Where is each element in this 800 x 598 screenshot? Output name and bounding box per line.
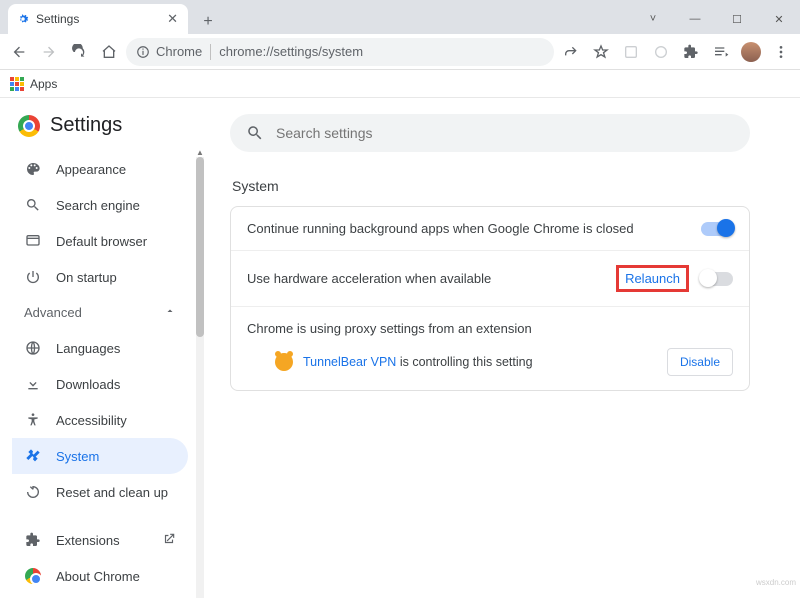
close-icon[interactable]: ✕: [165, 9, 180, 29]
divider: [210, 44, 211, 60]
sidebar-item-accessibility[interactable]: Accessibility: [12, 402, 188, 438]
chevron-up-icon: [164, 305, 176, 320]
toggle-background-apps[interactable]: [701, 222, 733, 236]
sidebar-item-extensions[interactable]: Extensions: [12, 522, 188, 558]
window-minimize[interactable]: —: [674, 4, 716, 34]
relaunch-button[interactable]: Relaunch: [625, 271, 680, 286]
palette-icon: [24, 161, 42, 177]
page-title: Settings: [50, 114, 122, 137]
window-maximize[interactable]: ☐: [716, 4, 758, 34]
sidebar-item-reset[interactable]: Reset and clean up: [12, 474, 188, 510]
extensions-icon[interactable]: [678, 39, 704, 65]
settings-main: System Continue running background apps …: [200, 98, 800, 589]
forward-button[interactable]: [36, 39, 62, 65]
sidebar-section-advanced[interactable]: Advanced: [12, 295, 188, 330]
window-titlebar: Settings ✕ + ˅ — ☐ ✕: [0, 0, 800, 34]
sidebar-item-downloads[interactable]: Downloads: [12, 366, 188, 402]
power-icon: [24, 269, 42, 285]
window-dropdown[interactable]: ˅: [632, 4, 674, 34]
toggle-hardware-acceleration[interactable]: [701, 272, 733, 286]
system-card: Continue running background apps when Go…: [230, 206, 750, 391]
row-label: Chrome is using proxy settings from an e…: [247, 321, 733, 336]
sidebar-item-label: Reset and clean up: [56, 485, 168, 500]
toolbar-icon-1[interactable]: [618, 39, 644, 65]
row-label: Continue running background apps when Go…: [247, 221, 701, 236]
proxy-extension-text: TunnelBear VPN is controlling this setti…: [303, 355, 533, 369]
restore-icon: [24, 484, 42, 500]
sidebar-item-label: Default browser: [56, 234, 147, 249]
settings-sidebar: Settings Appearance Search engine Defaul…: [0, 98, 200, 589]
sidebar-item-label: Appearance: [56, 162, 126, 177]
browser-tab[interactable]: Settings ✕: [8, 4, 188, 34]
relaunch-highlight: Relaunch: [616, 265, 689, 292]
sidebar-item-label: Extensions: [56, 533, 120, 548]
site-label: Chrome: [156, 44, 202, 59]
menu-icon[interactable]: [768, 39, 794, 65]
row-background-apps: Continue running background apps when Go…: [231, 207, 749, 250]
tab-title: Settings: [36, 12, 159, 26]
apps-label[interactable]: Apps: [30, 77, 57, 91]
section-label: Advanced: [24, 305, 82, 320]
row-proxy: Chrome is using proxy settings from an e…: [231, 306, 749, 390]
sidebar-item-languages[interactable]: Languages: [12, 330, 188, 366]
sidebar-item-label: System: [56, 449, 99, 464]
address-bar[interactable]: Chrome chrome://settings/system: [126, 38, 554, 66]
reload-button[interactable]: [66, 39, 92, 65]
bookmarks-bar: Apps: [0, 70, 800, 98]
toolbar-icon-2[interactable]: [648, 39, 674, 65]
section-title: System: [232, 178, 770, 194]
window-close[interactable]: ✕: [758, 4, 800, 34]
sidebar-item-search-engine[interactable]: Search engine: [12, 187, 188, 223]
site-info[interactable]: Chrome: [136, 44, 202, 59]
sidebar-item-label: About Chrome: [56, 569, 140, 584]
sidebar-item-appearance[interactable]: Appearance: [12, 151, 188, 187]
sidebar-item-label: Search engine: [56, 198, 140, 213]
chrome-logo-icon: [18, 115, 40, 137]
tunnelbear-icon: [275, 353, 293, 371]
apps-icon[interactable]: [10, 77, 24, 91]
search-icon: [246, 124, 264, 142]
bookmark-star-icon[interactable]: [588, 39, 614, 65]
sidebar-item-label: Languages: [56, 341, 120, 356]
window-controls: ˅ — ☐ ✕: [632, 4, 800, 34]
row-hardware-acceleration: Use hardware acceleration when available…: [231, 250, 749, 306]
profile-avatar[interactable]: [738, 39, 764, 65]
wrench-icon: [24, 448, 42, 464]
search-settings-input[interactable]: [230, 114, 750, 152]
share-icon[interactable]: [558, 39, 584, 65]
sidebar-item-system[interactable]: System: [12, 438, 188, 474]
gear-icon: [16, 12, 30, 26]
sidebar-item-label: On startup: [56, 270, 117, 285]
back-button[interactable]: [6, 39, 32, 65]
url-text: chrome://settings/system: [219, 44, 363, 59]
new-tab-button[interactable]: +: [196, 10, 220, 34]
chrome-icon: [24, 568, 42, 584]
sidebar-item-default-browser[interactable]: Default browser: [12, 223, 188, 259]
reading-list-icon[interactable]: [708, 39, 734, 65]
external-link-icon: [162, 532, 176, 549]
globe-icon: [24, 340, 42, 356]
sidebar-item-label: Downloads: [56, 377, 120, 392]
download-icon: [24, 376, 42, 392]
watermark: wsxdn.com: [756, 578, 796, 587]
row-label: Use hardware acceleration when available: [247, 271, 616, 286]
sidebar-scrollbar[interactable]: ▲: [196, 148, 204, 589]
sidebar-header: Settings: [12, 110, 200, 151]
disable-button[interactable]: Disable: [667, 348, 733, 376]
sidebar-item-label: Accessibility: [56, 413, 127, 428]
vpn-extension-link[interactable]: TunnelBear VPN: [303, 355, 396, 369]
search-field[interactable]: [276, 125, 734, 141]
browser-toolbar: Chrome chrome://settings/system: [0, 34, 800, 70]
home-button[interactable]: [96, 39, 122, 65]
content-area: Settings Appearance Search engine Defaul…: [0, 98, 800, 589]
info-icon: [136, 45, 150, 59]
extensions-icon: [24, 532, 42, 548]
accessibility-icon: [24, 412, 42, 428]
sidebar-item-on-startup[interactable]: On startup: [12, 259, 188, 295]
browser-icon: [24, 233, 42, 249]
search-icon: [24, 197, 42, 213]
